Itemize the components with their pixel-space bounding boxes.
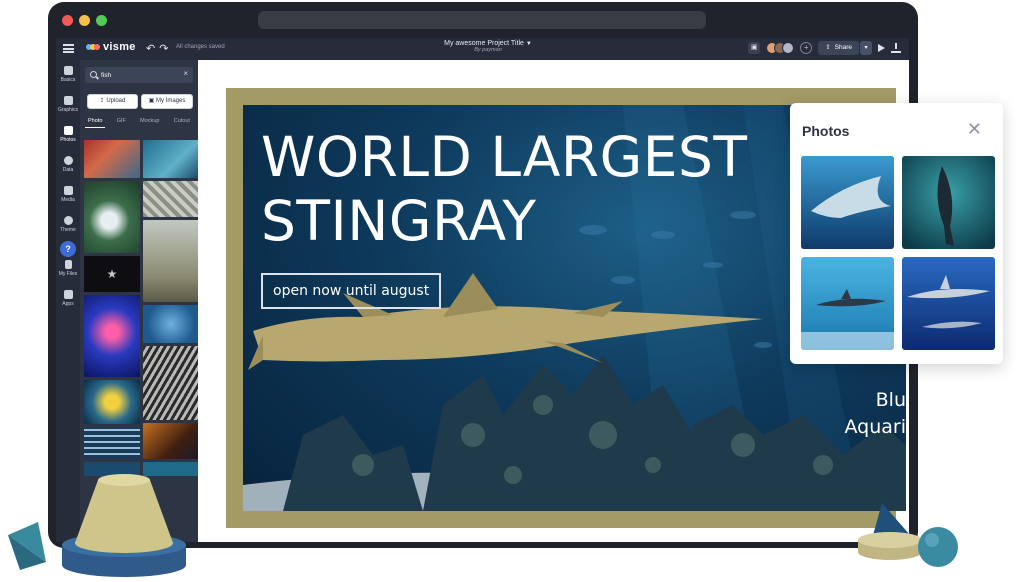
logo[interactable]: visme: [86, 41, 136, 53]
photo-thumbnail[interactable]: [84, 295, 140, 377]
chart-icon: [63, 156, 73, 165]
headline-line-1: WORLD LARGEST: [261, 125, 748, 189]
rail-item-data[interactable]: Data: [56, 156, 80, 173]
tab-cutout[interactable]: Cutout: [171, 118, 193, 128]
save-status: All changes saved: [176, 44, 225, 50]
share-label: Share: [834, 44, 852, 51]
search-input[interactable]: [101, 69, 177, 81]
project-title-block[interactable]: My awesome Project Title ▼ By payman: [428, 40, 548, 53]
redo-icon[interactable]: ↷: [159, 42, 168, 55]
comments-icon[interactable]: ▣: [748, 42, 761, 54]
share-icon: ⇧: [825, 44, 831, 51]
help-button[interactable]: ?: [60, 241, 76, 257]
palette-icon: [63, 216, 73, 225]
top-bar: visme ↶ ↷ All changes saved My awesome P…: [56, 38, 909, 60]
close-icon[interactable]: ×: [183, 69, 188, 78]
star-icon[interactable]: ★: [84, 256, 140, 292]
decor-shapes-left: [8, 474, 186, 577]
app-screen: visme ↶ ↷ All changes saved My awesome P…: [56, 38, 909, 542]
brand-line-1: Blu: [875, 389, 906, 411]
headline-line-2: STINGRAY: [261, 189, 537, 253]
photo-whale-shark[interactable]: [902, 156, 995, 249]
share-options-button[interactable]: ▾: [860, 41, 872, 55]
rail-item-photos[interactable]: Photos: [56, 126, 80, 143]
photo-thumbnail[interactable]: [143, 305, 199, 343]
photos-popup-title: Photos: [802, 123, 850, 139]
image-icon: ▣: [148, 98, 156, 104]
present-play-icon[interactable]: [878, 44, 885, 52]
tab-gif[interactable]: GIF: [114, 118, 129, 128]
photo-thumbnail[interactable]: [143, 346, 199, 420]
file-icon: [64, 260, 72, 269]
photo-icon: [63, 126, 73, 135]
photo-sharks[interactable]: [902, 257, 995, 350]
undo-redo: ↶ ↷: [146, 42, 168, 55]
upload-button[interactable]: ⇪ Upload: [87, 94, 138, 109]
search-icon: [90, 71, 97, 78]
photo-thumbnail[interactable]: [143, 140, 199, 178]
photo-shark-tank[interactable]: [801, 257, 894, 350]
tab-photo[interactable]: Photo: [85, 118, 106, 128]
slide-badge[interactable]: open now until august: [261, 273, 442, 309]
photo-thumbnail[interactable]: [84, 140, 140, 178]
maximize-window-button[interactable]: [96, 15, 107, 26]
brand-line-2: Aquari: [844, 416, 907, 438]
chevron-down-icon[interactable]: ▼: [526, 41, 532, 47]
project-byline: By payman: [474, 47, 502, 53]
slide-headline[interactable]: WORLD LARGEST STINGRAY: [261, 125, 748, 253]
close-icon[interactable]: ✕: [967, 120, 982, 138]
rail-item-graphics[interactable]: Graphics: [56, 96, 80, 113]
download-icon[interactable]: [891, 43, 901, 53]
rail-item-basics[interactable]: Basics: [56, 66, 80, 83]
photo-stingray[interactable]: [801, 156, 894, 249]
photo-thumbnail[interactable]: [143, 423, 199, 459]
collaborators: [766, 42, 795, 54]
undo-icon[interactable]: ↶: [146, 42, 155, 55]
rail-item-apps[interactable]: Apps: [56, 290, 80, 307]
photo-thumbnail[interactable]: [84, 380, 140, 424]
tab-mockup[interactable]: Mockup: [137, 118, 162, 128]
rail-item-my-files[interactable]: My Files: [56, 260, 80, 277]
menu-icon[interactable]: [63, 44, 74, 53]
window-controls: [62, 15, 107, 26]
share-button[interactable]: ⇧ Share: [818, 41, 859, 55]
minimize-window-button[interactable]: [79, 15, 90, 26]
avatar[interactable]: [782, 42, 795, 54]
media-tabs: Photo GIF Mockup Cutout: [85, 118, 193, 128]
top-right-tools: ▣ + ⇧ Share ▾: [748, 41, 901, 55]
upload-row: ⇪ Upload ▣ My Images: [87, 94, 193, 109]
rail-item-media[interactable]: Media: [56, 186, 80, 203]
add-collaborator-icon[interactable]: +: [800, 42, 813, 54]
play-icon: [63, 186, 73, 195]
graphics-icon: [63, 96, 73, 105]
slide-brand-text[interactable]: Blu Aquari: [845, 387, 907, 441]
apps-icon: [63, 290, 73, 299]
logo-text: visme: [103, 41, 136, 53]
photos-popup: Photos ✕: [790, 103, 1003, 364]
photo-thumbnail[interactable]: [143, 220, 199, 302]
address-bar[interactable]: [258, 11, 706, 29]
photo-thumbnail[interactable]: [84, 181, 140, 253]
my-images-button[interactable]: ▣ My Images: [141, 94, 193, 109]
logo-mark-icon: [86, 42, 100, 52]
stage: visme ↶ ↷ All changes saved My awesome P…: [0, 0, 1024, 582]
laptop-frame: visme ↶ ↷ All changes saved My awesome P…: [48, 2, 918, 548]
search-box: ×: [85, 67, 193, 83]
photo-thumbnail[interactable]: [84, 427, 140, 459]
project-title[interactable]: My awesome Project Title: [444, 40, 524, 47]
shapes-icon: [63, 66, 73, 75]
close-window-button[interactable]: [62, 15, 73, 26]
decor-shapes-right: [858, 503, 958, 567]
rail-item-theme[interactable]: Theme: [56, 216, 80, 233]
photo-thumbnail[interactable]: [143, 181, 199, 217]
